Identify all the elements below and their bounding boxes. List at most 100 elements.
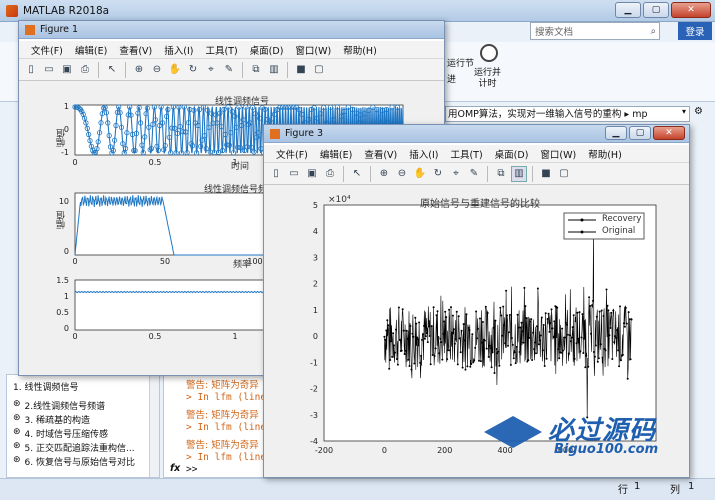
menu-insert[interactable]: 插入(I) (403, 147, 444, 161)
colorbar-icon[interactable]: ▥ (266, 62, 282, 78)
rotate-icon[interactable]: ↻ (185, 62, 201, 78)
list-item[interactable]: ⊛ 3. 稀疏基的构造 (13, 413, 90, 426)
print-icon[interactable]: ⎙ (322, 166, 338, 182)
minimize-button[interactable]: ▁ (605, 126, 627, 140)
list-item[interactable]: ⊛ 4. 时域信号压缩传感 (13, 427, 108, 440)
command-prompt[interactable]: >> (186, 464, 197, 475)
y-tick-label: 5 (313, 201, 318, 210)
run-section-button[interactable]: 运行节 (447, 56, 474, 69)
figure3-toolbar: ▯ ▭ ▣ ⎙ ↖ ⊕ ⊖ ✋ ↻ ⌖ ✎ ⧉ ▥ ■ ▢ (264, 163, 689, 185)
stack-link[interactable]: > In lfm (line (186, 422, 266, 433)
advance-button[interactable]: 进 (447, 72, 456, 85)
close-button[interactable]: ✕ (653, 126, 685, 140)
login-button[interactable]: 登录 (678, 22, 712, 40)
main-title-bar: MATLAB R2018a ▁ ▢ ✕ (0, 0, 715, 22)
watermark-url: Biguo100.com (554, 442, 659, 457)
figure1-toolbar: ▯ ▭ ▣ ⎙ ↖ ⊕ ⊖ ✋ ↻ ⌖ ✎ ⧉ ▥ ■ ▢ (19, 59, 444, 81)
col-value: 1 (688, 481, 695, 492)
figure3-title: Figure 3 (285, 128, 324, 139)
new-figure-icon[interactable]: ▯ (268, 166, 284, 182)
minimize-button[interactable]: ▁ (615, 2, 641, 18)
link-icon[interactable]: ⧉ (248, 62, 264, 78)
subplot2-title: 线性调频信号频 (204, 185, 268, 195)
pointer-icon[interactable]: ↖ (104, 62, 120, 78)
y-tick-label: 10 (59, 197, 69, 206)
run-time-button[interactable]: 运行并 计时 (474, 68, 501, 90)
close-button[interactable]: ✕ (671, 2, 711, 18)
menu-tools[interactable]: 工具(T) (199, 43, 243, 57)
save-icon[interactable]: ▣ (304, 166, 320, 182)
stack-link[interactable]: > In lfm (line (186, 452, 266, 463)
hide-plot-tools-icon[interactable]: ■ (538, 166, 554, 182)
list-item[interactable]: ⊛ 6. 恢复信号与原始信号对比 (13, 455, 135, 468)
data-cursor-icon[interactable]: ⌖ (448, 166, 464, 182)
menu-edit[interactable]: 编辑(E) (69, 43, 113, 57)
zoom-in-icon[interactable]: ⊕ (131, 62, 147, 78)
y-tick-label: -2 (310, 385, 318, 394)
dropdown-arrow-icon[interactable]: ▾ (682, 107, 686, 116)
brush-icon[interactable]: ✎ (221, 62, 237, 78)
menu-tools[interactable]: 工具(T) (444, 147, 488, 161)
save-icon[interactable]: ▣ (59, 62, 75, 78)
list-item[interactable]: 1. 线性调频信号 (13, 380, 78, 393)
brush-icon[interactable]: ✎ (466, 166, 482, 182)
data-cursor-icon[interactable]: ⌖ (203, 62, 219, 78)
menu-file[interactable]: 文件(F) (270, 147, 314, 161)
y-tick-label: 1 (64, 102, 69, 111)
zoom-out-icon[interactable]: ⊖ (394, 166, 410, 182)
zoom-in-icon[interactable]: ⊕ (376, 166, 392, 182)
y-tick-label: 0.5 (56, 308, 69, 317)
menu-view[interactable]: 查看(V) (358, 147, 403, 161)
hide-plot-tools-icon[interactable]: ■ (293, 62, 309, 78)
pan-icon[interactable]: ✋ (412, 166, 428, 182)
menu-help[interactable]: 帮助(H) (337, 43, 383, 57)
menu-file[interactable]: 文件(F) (25, 43, 69, 57)
x-tick-label: 0.5 (149, 332, 162, 341)
zoom-out-icon[interactable]: ⊖ (149, 62, 165, 78)
menu-edit[interactable]: 编辑(E) (314, 147, 358, 161)
link-icon[interactable]: ⧉ (493, 166, 509, 182)
y-tick-label: -1 (61, 148, 69, 157)
search-input[interactable]: 搜索文档 (535, 24, 573, 38)
y-tick-label: 0 (64, 324, 69, 333)
menu-desktop[interactable]: 桌面(D) (489, 147, 535, 161)
stack-link[interactable]: > In lfm (line (186, 392, 266, 403)
open-icon[interactable]: ▭ (286, 166, 302, 182)
warning-text: 警告: 矩阵为奇异 (186, 380, 259, 391)
figure3-title-text: 原始信号与重建信号的比较 (420, 199, 540, 210)
menu-window[interactable]: 窗口(W) (289, 43, 337, 57)
figure-icon (25, 24, 35, 35)
maximize-button[interactable]: ▢ (643, 2, 669, 18)
x-tick-label: 0 (382, 446, 387, 455)
subplot1-ylabel: 幅值 (57, 129, 67, 147)
warning-text: 警告: 矩阵为奇异 (186, 440, 259, 451)
maximize-button[interactable]: ▢ (629, 126, 651, 140)
pan-icon[interactable]: ✋ (167, 62, 183, 78)
address-bar[interactable]: 用OMP算法，实现对一维输入信号的重构 ▸ mp (445, 106, 690, 122)
run-time-icon[interactable] (480, 44, 498, 62)
print-icon[interactable]: ⎙ (77, 62, 93, 78)
list-item[interactable]: ⊛ 2.线性调频信号频谱 (13, 399, 105, 412)
scrollbar[interactable] (149, 375, 159, 477)
menu-insert[interactable]: 插入(I) (158, 43, 199, 57)
menu-desktop[interactable]: 桌面(D) (244, 43, 290, 57)
rotate-icon[interactable]: ↻ (430, 166, 446, 182)
list-item[interactable]: ⊛ 5. 正交匹配追踪法重构信... (13, 441, 135, 454)
show-plot-tools-icon[interactable]: ▢ (311, 62, 327, 78)
search-icon[interactable]: ⌕ (651, 26, 656, 37)
menu-view[interactable]: 查看(V) (113, 43, 158, 57)
show-plot-tools-icon[interactable]: ▢ (556, 166, 572, 182)
colorbar-icon[interactable]: ▥ (511, 165, 527, 182)
pointer-icon[interactable]: ↖ (349, 166, 365, 182)
browse-folder-icon[interactable]: ⚙ (694, 106, 703, 117)
command-window[interactable]: 警告: 矩阵为奇异 > In lfm (line 警告: 矩阵为奇异 > In … (163, 374, 273, 478)
graduation-cap-icon (484, 416, 542, 448)
section-icon: ⊛ (13, 399, 21, 409)
menu-help[interactable]: 帮助(H) (582, 147, 628, 161)
y-tick-label: 3 (313, 253, 318, 262)
main-title: MATLAB R2018a (23, 4, 110, 17)
search-box[interactable]: 搜索文档 ⌕ (530, 22, 660, 40)
open-icon[interactable]: ▭ (41, 62, 57, 78)
new-figure-icon[interactable]: ▯ (23, 62, 39, 78)
menu-window[interactable]: 窗口(W) (534, 147, 582, 161)
